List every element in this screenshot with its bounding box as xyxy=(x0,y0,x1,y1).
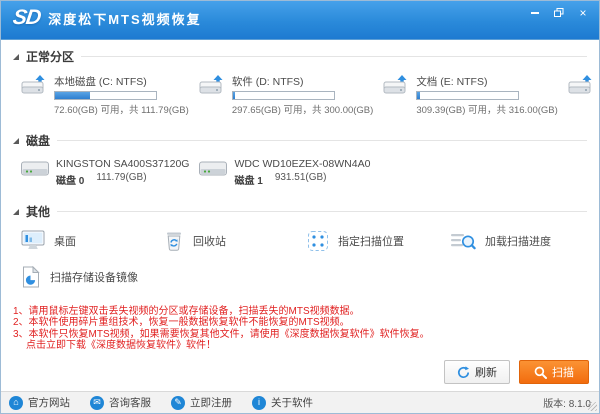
footer-link-official-site[interactable]: ⌂ 官方网站 xyxy=(9,395,70,410)
section-partitions-header: 正常分区 xyxy=(1,40,599,70)
section-title: 正常分区 xyxy=(26,48,74,65)
footer-link-label: 关于软件 xyxy=(271,395,313,410)
other-item-scan-location[interactable]: 指定扫描位置 xyxy=(305,227,442,255)
other-item-label: 桌面 xyxy=(54,233,76,249)
window-controls: × xyxy=(525,5,593,20)
refresh-icon xyxy=(457,366,470,379)
other-item-load-progress[interactable]: 加载扫描进度 xyxy=(448,227,585,255)
other-item-label: 回收站 xyxy=(193,233,226,249)
expand-triangle-icon[interactable] xyxy=(13,209,19,215)
disk-label: 磁盘 0 xyxy=(56,172,84,187)
capacity-bar xyxy=(416,91,519,100)
scan-location-icon xyxy=(307,230,329,252)
close-button[interactable]: × xyxy=(573,5,593,20)
section-others-header: 其他 xyxy=(1,195,599,225)
disk-grid: KINGSTON SA400S37120G 磁盘 0 111.79(GB) WD… xyxy=(1,154,599,195)
main-content: 正常分区 本地磁盘 (C: NTFS) 72.60(GB) 可用，共 111.7… xyxy=(1,39,599,391)
section-disks-header: 磁盘 xyxy=(1,124,599,154)
globe-icon: ⌂ xyxy=(9,396,23,410)
section-divider xyxy=(57,211,587,212)
partition-item-d[interactable]: 软件 (D: NTFS) 297.65(GB) 可用，共 300.00(GB) xyxy=(197,72,376,118)
desktop-icon xyxy=(21,230,45,252)
status-bar: ⌂ 官方网站 ✉ 咨询客服 ✎ 立即注册 i 关于软件 版本: 8.1.0 xyxy=(1,391,599,413)
capacity-bar xyxy=(232,91,335,100)
partition-drive-icon xyxy=(568,74,594,96)
scan-button[interactable]: 扫描 xyxy=(519,360,589,384)
other-item-label: 扫描存储设备镜像 xyxy=(50,269,138,285)
resize-grip[interactable] xyxy=(588,402,597,411)
load-progress-icon xyxy=(450,230,476,252)
partition-name: 文档 (E: NTFS) xyxy=(416,74,558,89)
other-item-scan-image[interactable]: 扫描存储设备镜像 xyxy=(19,263,156,291)
hdd-icon xyxy=(21,158,49,178)
partition-drive-icon xyxy=(383,74,409,96)
partition-item-e[interactable]: 文档 (E: NTFS) 309.39(GB) 可用，共 316.00(GB) xyxy=(381,72,560,118)
register-user-icon: ✎ xyxy=(171,396,185,410)
footer-link-about[interactable]: i 关于软件 xyxy=(252,395,313,410)
minimize-button[interactable] xyxy=(525,5,545,20)
hdd-icon xyxy=(199,158,227,178)
other-item-label: 加载扫描进度 xyxy=(485,233,551,249)
capacity-bar-fill xyxy=(233,92,235,99)
footer-link-customer-service[interactable]: ✉ 咨询客服 xyxy=(90,395,151,410)
section-divider xyxy=(57,140,587,141)
scan-magnifier-icon xyxy=(534,366,547,379)
notice-block: 1、请用鼠标左键双击丢失视频的分区或存储设备，扫描丢失的MTS视频数据。 2、本… xyxy=(1,302,599,355)
disk-model: KINGSTON SA400S37120G xyxy=(56,158,189,170)
partition-drive-icon xyxy=(21,74,47,96)
action-bar: 刷新 扫描 xyxy=(1,354,599,391)
notice-line-2: 2、本软件使用碎片重组技术，恢复一般数据恢复软件不能恢复的MTS视频。 xyxy=(13,317,587,329)
disk-item-1[interactable]: WDC WD10EZEX-08WN4A0 磁盘 1 931.51(GB) xyxy=(197,156,372,189)
partition-name: 软件 (D: NTFS) xyxy=(232,74,374,89)
disk-size: 931.51(GB) xyxy=(275,172,327,187)
disk-label: 磁盘 1 xyxy=(234,172,262,187)
capacity-bar xyxy=(54,91,157,100)
scan-image-icon xyxy=(21,266,41,288)
partition-detail: 297.65(GB) 可用，共 300.00(GB) xyxy=(232,102,374,116)
other-item-label: 指定扫描位置 xyxy=(338,233,404,249)
minimize-icon xyxy=(531,12,539,14)
partition-detail: 72.60(GB) 可用，共 111.79(GB) xyxy=(54,102,189,116)
section-title: 其他 xyxy=(26,203,50,220)
disk-model: WDC WD10EZEX-08WN4A0 xyxy=(234,158,370,170)
maximize-icon xyxy=(554,8,564,18)
info-icon: i xyxy=(252,396,266,410)
app-title: 深度松下MTS视频恢复 xyxy=(48,9,201,28)
footer-link-register[interactable]: ✎ 立即注册 xyxy=(171,395,232,410)
partition-name: 本地磁盘 (C: NTFS) xyxy=(54,74,189,89)
app-logo-icon: SD xyxy=(11,6,42,30)
maximize-button[interactable] xyxy=(549,5,569,20)
disk-item-0[interactable]: KINGSTON SA400S37120G 磁盘 0 111.79(GB) xyxy=(19,156,191,189)
notice-line-1: 1、请用鼠标左键双击丢失视频的分区或存储设备，扫描丢失的MTS视频数据。 xyxy=(13,306,587,318)
other-item-recycle-bin[interactable]: 回收站 xyxy=(162,227,299,255)
refresh-label: 刷新 xyxy=(475,364,497,380)
footer-link-label: 咨询客服 xyxy=(109,395,151,410)
expand-triangle-icon[interactable] xyxy=(13,54,19,60)
other-item-desktop[interactable]: 桌面 xyxy=(19,227,156,255)
download-link[interactable]: 点击立即下载《深度数据恢复软件》软件！ xyxy=(13,340,587,352)
section-divider xyxy=(81,56,587,57)
recycle-bin-icon xyxy=(164,230,184,252)
partition-item-c[interactable]: 本地磁盘 (C: NTFS) 72.60(GB) 可用，共 111.79(GB) xyxy=(19,72,191,118)
partition-item-f[interactable]: 娱乐 (F: NTFS) 310.81(GB) 可用，共 315.51(GB) xyxy=(566,72,600,118)
partition-drive-icon xyxy=(199,74,225,96)
others-grid: 桌面 回收站 xyxy=(1,225,599,293)
notice-line-3: 3、本软件只恢复MTS视频，如果需要恢复其他文件，请使用《深度数据恢复软件》软件… xyxy=(13,329,587,341)
partition-grid: 本地磁盘 (C: NTFS) 72.60(GB) 可用，共 111.79(GB)… xyxy=(1,70,599,124)
disk-size: 111.79(GB) xyxy=(96,172,146,187)
refresh-button[interactable]: 刷新 xyxy=(444,360,510,384)
headset-icon: ✉ xyxy=(90,396,104,410)
expand-triangle-icon[interactable] xyxy=(13,138,19,144)
app-window: SD 深度松下MTS视频恢复 × 正常分区 xyxy=(0,0,600,414)
scan-label: 扫描 xyxy=(552,364,574,380)
section-title: 磁盘 xyxy=(26,132,50,149)
footer-link-label: 官方网站 xyxy=(28,395,70,410)
partition-detail: 309.39(GB) 可用，共 316.00(GB) xyxy=(416,102,558,116)
footer-link-label: 立即注册 xyxy=(190,395,232,410)
capacity-bar-fill xyxy=(417,92,420,99)
capacity-bar-fill xyxy=(55,92,90,99)
version-label: 版本: 8.1.0 xyxy=(543,395,591,410)
title-bar: SD 深度松下MTS视频恢复 × xyxy=(1,1,599,39)
